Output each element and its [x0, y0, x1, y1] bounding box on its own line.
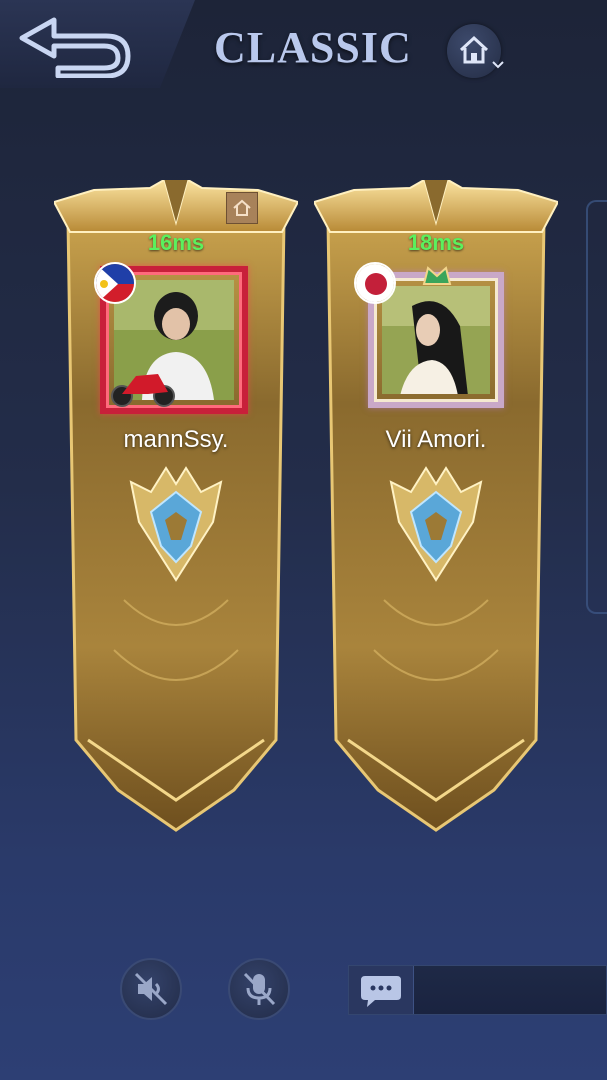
ping-label: 16ms	[147, 230, 205, 255]
player-card[interactable]: 18ms Vii Amori.	[314, 180, 558, 835]
ping-label: 18ms	[407, 230, 465, 255]
speaker-mute-button[interactable]	[120, 958, 182, 1020]
back-button[interactable]	[14, 10, 134, 79]
chat-button[interactable]	[349, 966, 414, 1014]
philippines-flag-icon	[94, 262, 136, 304]
mythic-rank-emblem	[389, 466, 483, 582]
japan-flag-icon	[354, 262, 396, 304]
chat-bubble-icon	[361, 976, 401, 1007]
page-title: CLASSIC	[214, 23, 412, 72]
room-menu-button[interactable]	[447, 24, 504, 78]
back-arrow-icon	[19, 17, 131, 79]
chat-input-bar[interactable]	[348, 965, 607, 1015]
top-bar: CLASSIC	[0, 0, 607, 88]
player-name: Vii Amori.	[385, 426, 487, 453]
chevron-down-icon	[492, 61, 504, 69]
side-panel-edge	[586, 200, 607, 614]
mythic-rank-emblem	[129, 466, 223, 582]
speaker-muted-icon	[134, 972, 168, 1006]
avatar	[382, 286, 490, 394]
microphone-muted-icon	[243, 972, 276, 1006]
room-owner-badge	[226, 192, 258, 224]
motorcycle-icon	[111, 374, 175, 407]
bottom-bar	[0, 950, 607, 1040]
mic-mute-button[interactable]	[228, 958, 290, 1020]
home-icon	[233, 199, 251, 216]
crown-badge-icon	[422, 266, 452, 285]
player-name: mannSsy.	[123, 426, 229, 453]
player-card[interactable]: 16ms mannSsy.	[54, 180, 298, 835]
